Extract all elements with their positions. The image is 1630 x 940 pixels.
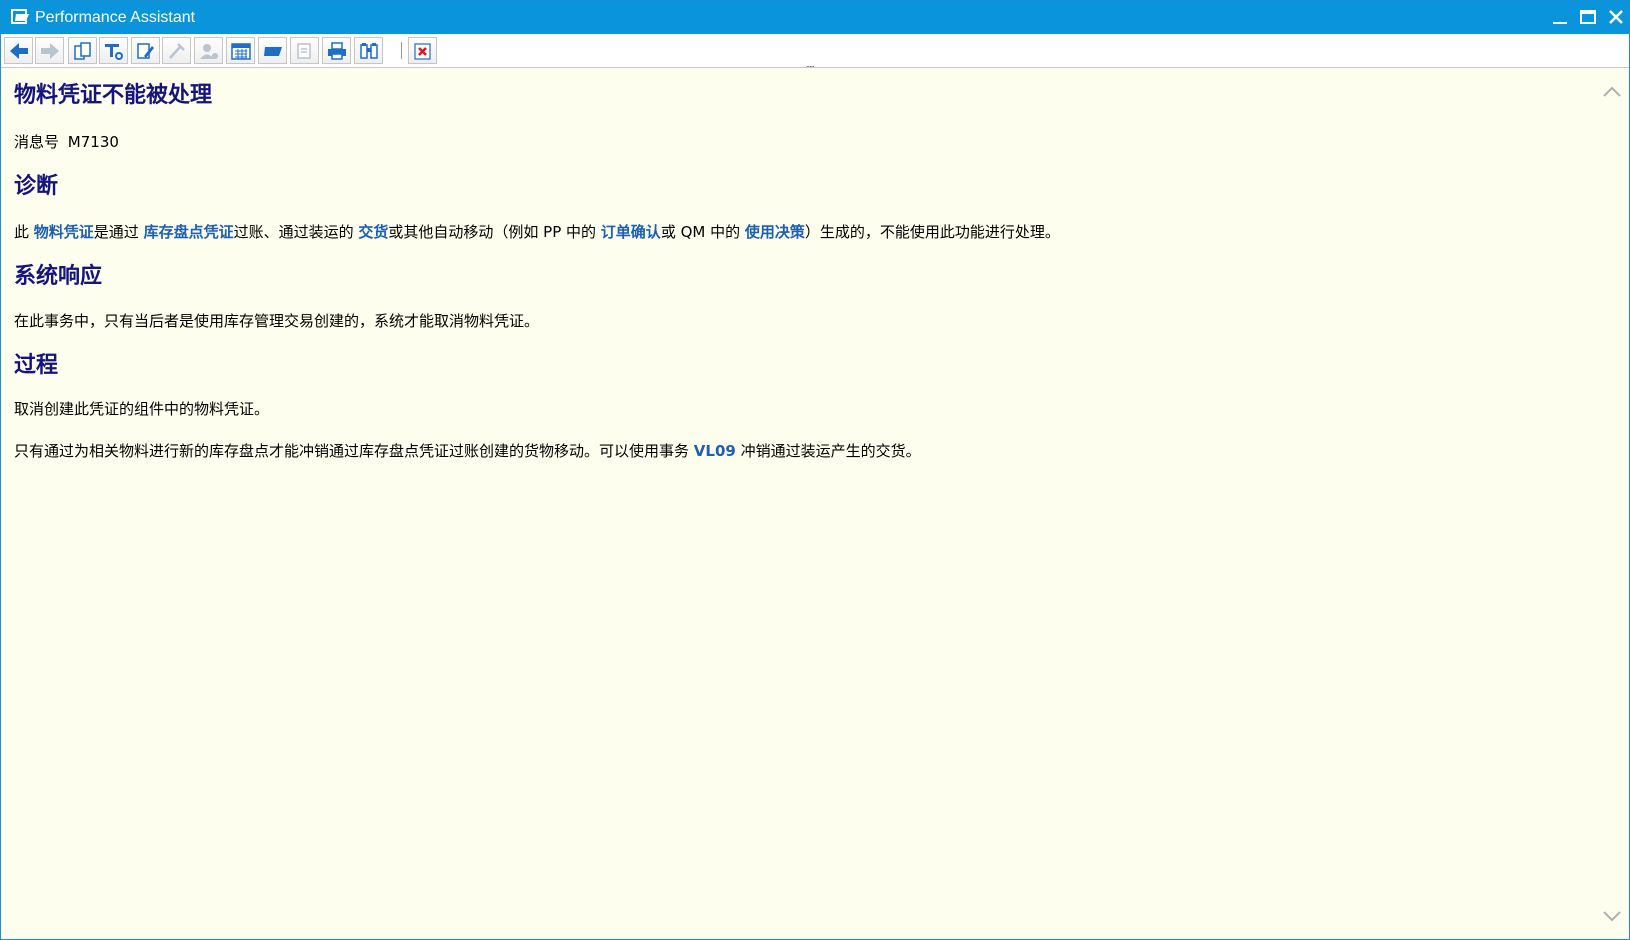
diagnosis-text-1: 此 bbox=[14, 223, 34, 241]
diagnosis-text-5: 或 QM 中的 bbox=[660, 223, 745, 241]
link-material-document[interactable]: 物料凭证 bbox=[34, 223, 94, 241]
technical-info-button[interactable] bbox=[99, 37, 128, 64]
flag-button[interactable] bbox=[258, 37, 287, 64]
close-doc-button[interactable] bbox=[408, 37, 437, 64]
forward-button[interactable] bbox=[35, 37, 64, 64]
procedure-text-2b: 冲销通过装运产生的交货。 bbox=[735, 442, 921, 460]
close-icon bbox=[1609, 10, 1623, 24]
back-button[interactable] bbox=[4, 37, 33, 64]
user-icon bbox=[200, 44, 218, 59]
diagnosis-text-2: 是通过 bbox=[93, 223, 144, 241]
minimize-icon bbox=[1553, 22, 1567, 24]
procedure-text-2a: 只有通过为相关物料进行新的库存盘点才能冲销通过库存盘点凭证过账创建的货物移动。可… bbox=[14, 442, 694, 460]
help-content: 物料凭证不能被处理 消息号 M7130 诊断 此 物料凭证是通过 库存盘点凭证过… bbox=[3, 68, 1627, 939]
close-window-button[interactable] bbox=[1603, 5, 1629, 29]
page-title: 物料凭证不能被处理 bbox=[14, 82, 213, 108]
toolbar-separator bbox=[401, 42, 402, 59]
minimize-button[interactable] bbox=[1547, 5, 1573, 29]
tools-icon bbox=[105, 44, 123, 60]
edit-icon bbox=[137, 43, 154, 59]
link-delivery[interactable]: 交货 bbox=[358, 223, 388, 241]
preview-button[interactable] bbox=[290, 37, 319, 64]
procedure-text-2: 只有通过为相关物料进行新的库存盘点才能冲销通过库存盘点凭证过账创建的货物移动。可… bbox=[14, 441, 921, 461]
preview-icon bbox=[297, 43, 311, 59]
window-title: Performance Assistant bbox=[35, 9, 196, 26]
calendar-icon bbox=[231, 43, 251, 60]
find-button[interactable] bbox=[354, 37, 383, 64]
print-button[interactable] bbox=[322, 37, 351, 64]
system-response-text: 在此事务中，只有当后者是使用库存管理交易创建的，系统才能取消物料凭证。 bbox=[14, 312, 540, 330]
procedure-text-1: 取消创建此凭证的组件中的物料凭证。 bbox=[14, 400, 270, 418]
message-number: M7130 bbox=[67, 133, 119, 151]
edit-button[interactable] bbox=[131, 37, 160, 64]
diagnosis-text: 此 物料凭证是通过 库存盘点凭证过账、通过装运的 交货或其他自动移动（例如 PP… bbox=[14, 222, 1060, 242]
maximize-icon bbox=[1580, 10, 1596, 24]
document-button[interactable] bbox=[68, 37, 97, 64]
link-usage-decision[interactable]: 使用决策 bbox=[745, 223, 805, 241]
wrench-icon bbox=[169, 43, 185, 59]
link-vl09[interactable]: VL09 bbox=[694, 442, 736, 460]
title-bar[interactable]: Performance Assistant bbox=[1, 1, 1629, 34]
toolbar: ..... bbox=[1, 34, 1629, 69]
performance-assistant-window: Performance Assistant ..... 物料凭证不能被处理 消息… bbox=[0, 0, 1630, 940]
diagnosis-text-4: 或其他自动移动（例如 PP 中的 bbox=[388, 223, 601, 241]
arrow-left-icon bbox=[10, 43, 28, 59]
message-number-line: 消息号 M7130 bbox=[14, 132, 119, 152]
heading-system-response: 系统响应 bbox=[14, 263, 103, 289]
link-inventory-document[interactable]: 库存盘点凭证 bbox=[144, 223, 234, 241]
printer-icon bbox=[328, 42, 346, 60]
link-order-confirmation[interactable]: 订单确认 bbox=[601, 223, 661, 241]
document-icon bbox=[74, 42, 91, 60]
close-doc-icon bbox=[414, 43, 431, 60]
tool-button[interactable] bbox=[162, 37, 191, 64]
maximize-button[interactable] bbox=[1575, 5, 1601, 29]
scroll-down-icon[interactable] bbox=[1600, 906, 1624, 926]
calendar-button[interactable] bbox=[226, 37, 255, 64]
user-button[interactable] bbox=[194, 37, 223, 64]
flag-icon bbox=[264, 47, 282, 56]
diagnosis-text-3: 过账、通过装运的 bbox=[233, 223, 359, 241]
heading-procedure: 过程 bbox=[14, 352, 59, 378]
diagnosis-text-6: ）生成的，不能使用此功能进行处理。 bbox=[804, 223, 1060, 241]
arrow-right-icon bbox=[41, 43, 59, 59]
message-number-label: 消息号 bbox=[14, 133, 60, 151]
scroll-up-icon[interactable] bbox=[1600, 82, 1624, 102]
window-icon bbox=[11, 9, 29, 24]
binoculars-icon bbox=[360, 43, 378, 59]
heading-diagnosis: 诊断 bbox=[14, 173, 59, 199]
